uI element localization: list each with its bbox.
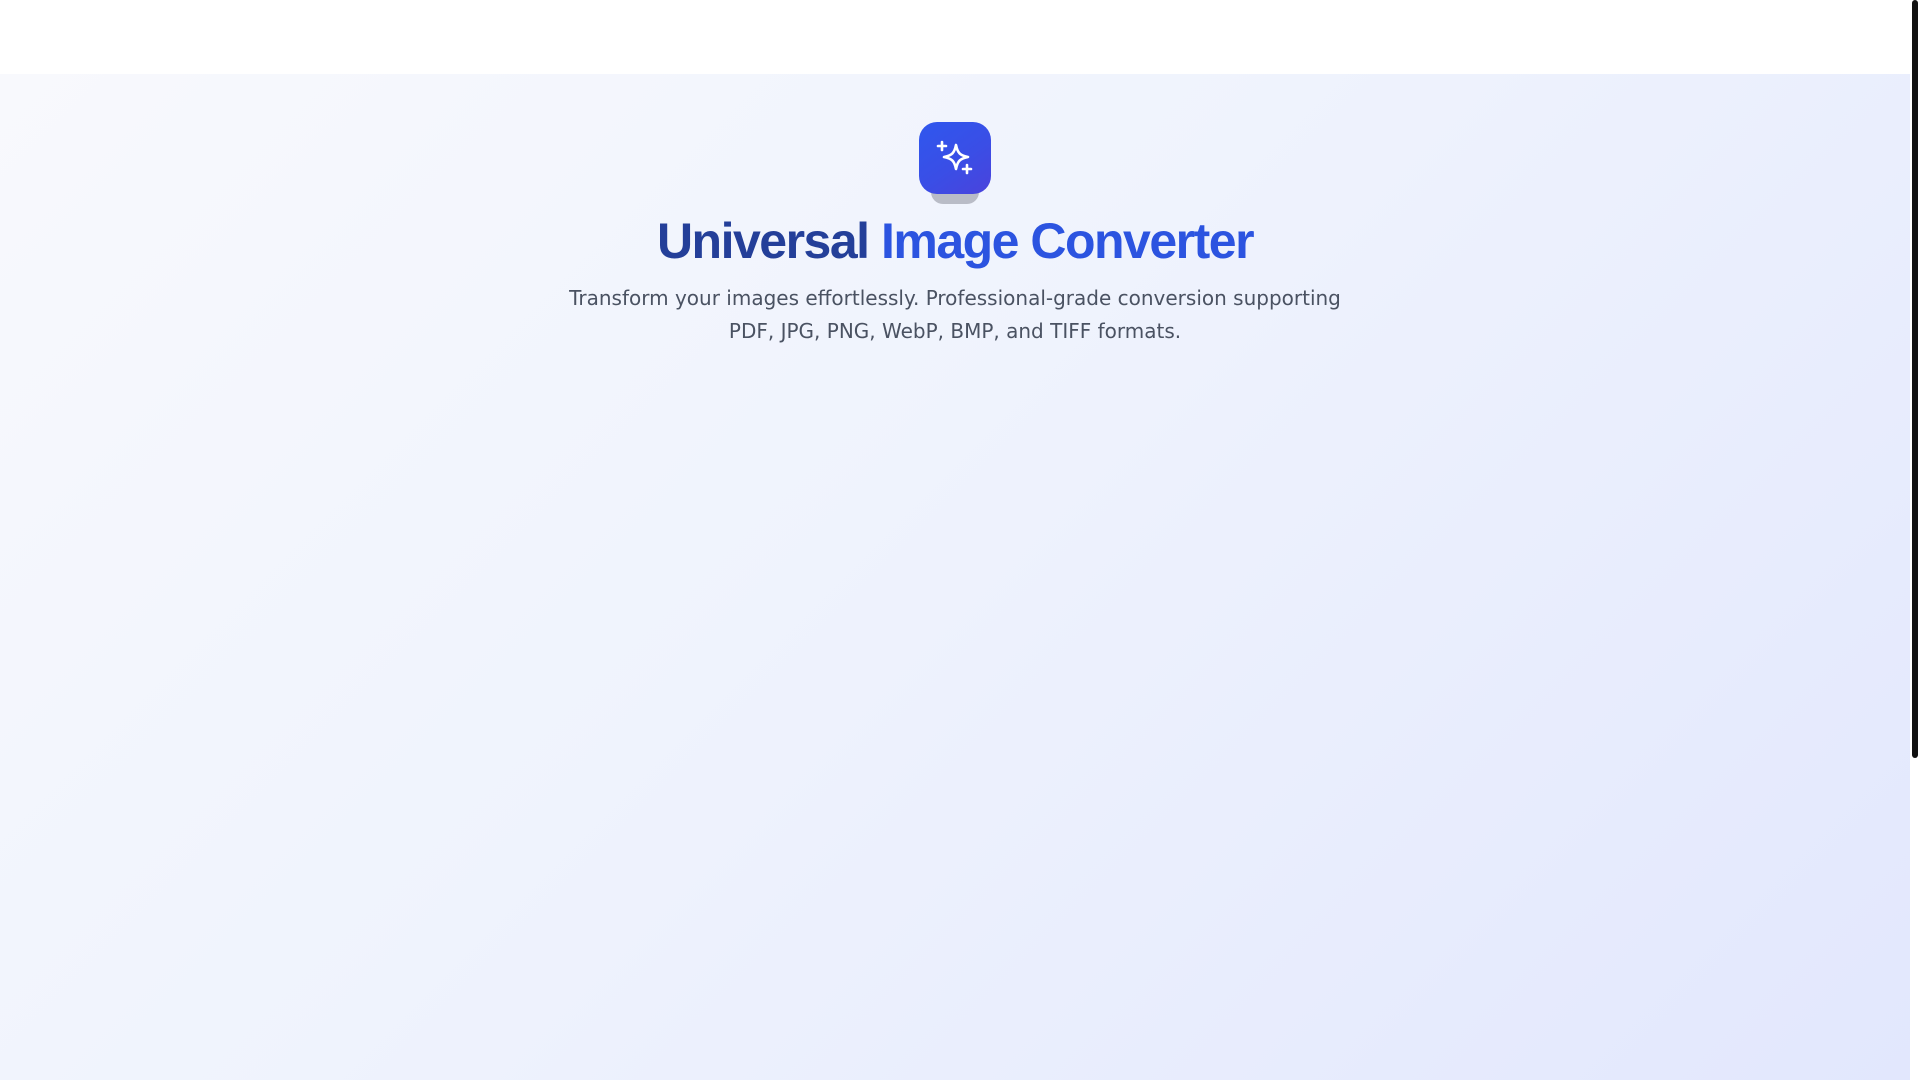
scrollbar-thumb[interactable] bbox=[1912, 0, 1918, 758]
page-title-part1: Universal bbox=[656, 213, 870, 269]
page-title-part2: Image Converter bbox=[880, 213, 1255, 269]
page-subtitle: Transform your images effortlessly. Prof… bbox=[569, 286, 1341, 343]
page-title: Universal Image Converter bbox=[0, 208, 1910, 274]
sparkles-icon bbox=[936, 140, 973, 175]
top-bar bbox=[0, 0, 1910, 74]
app-logo bbox=[919, 122, 991, 208]
scrollbar[interactable] bbox=[1910, 0, 1920, 1080]
logo-tile bbox=[919, 122, 991, 194]
